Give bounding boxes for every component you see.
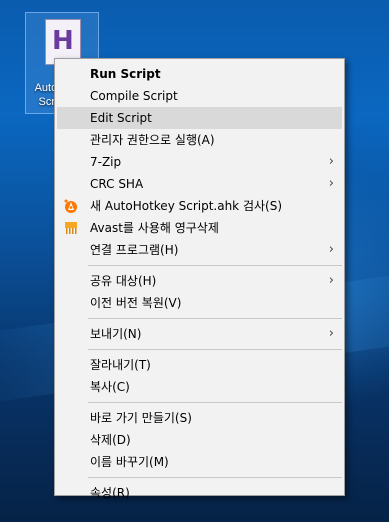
menu-item-label: CRC SHA bbox=[90, 177, 144, 191]
menu-item-label: 7-Zip bbox=[90, 155, 122, 169]
menu-item-label: 연결 프로그램(H) bbox=[90, 243, 179, 257]
menu-item-edit-script[interactable]: Edit Script bbox=[57, 107, 342, 129]
menu-item-avast-scan[interactable]: 새 AutoHotkey Script.ahk 검사(S) bbox=[57, 195, 342, 217]
menu-item-7zip[interactable]: 7-Zip › bbox=[57, 151, 342, 173]
menu-separator bbox=[88, 265, 342, 266]
menu-item-copy[interactable]: 복사(C) bbox=[57, 376, 342, 398]
menu-item-run-script[interactable]: Run Script bbox=[57, 63, 342, 85]
submenu-arrow-icon: › bbox=[328, 326, 334, 341]
submenu-arrow-icon: › bbox=[328, 273, 334, 288]
menu-item-label: 새 AutoHotkey Script.ahk 검사(S) bbox=[90, 199, 283, 213]
avast-icon bbox=[64, 199, 77, 213]
shredder-icon bbox=[65, 222, 77, 234]
menu-item-label: 잘라내기(T) bbox=[90, 358, 151, 372]
menu-item-label: Compile Script bbox=[90, 89, 178, 103]
menu-item-label: 관리자 권한으로 실행(A) bbox=[90, 133, 215, 147]
menu-separator bbox=[88, 477, 342, 478]
submenu-arrow-icon: › bbox=[328, 154, 334, 169]
menu-item-label: 삭제(D) bbox=[90, 433, 131, 447]
menu-item-label: 이름 바꾸기(M) bbox=[90, 455, 169, 469]
menu-separator bbox=[88, 402, 342, 403]
menu-item-label: Run Script bbox=[90, 67, 161, 81]
menu-item-share[interactable]: 공유 대상(H) › bbox=[57, 270, 342, 292]
menu-item-send-to[interactable]: 보내기(N) › bbox=[57, 323, 342, 345]
menu-item-avast-shredder[interactable]: Avast를 사용해 영구삭제 bbox=[57, 217, 342, 239]
menu-item-restore-versions[interactable]: 이전 버전 복원(V) bbox=[57, 292, 342, 314]
menu-item-label: 공유 대상(H) bbox=[90, 274, 157, 288]
menu-item-label: 복사(C) bbox=[90, 380, 130, 394]
menu-item-label: 바로 가기 만들기(S) bbox=[90, 411, 192, 425]
menu-item-cut[interactable]: 잘라내기(T) bbox=[57, 354, 342, 376]
menu-item-create-shortcut[interactable]: 바로 가기 만들기(S) bbox=[57, 407, 342, 429]
menu-item-label: 이전 버전 복원(V) bbox=[90, 296, 182, 310]
menu-item-rename[interactable]: 이름 바꾸기(M) bbox=[57, 451, 342, 473]
context-menu: Run Script Compile Script Edit Script 관리… bbox=[54, 58, 345, 500]
submenu-arrow-icon: › bbox=[328, 176, 334, 191]
menu-item-compile-script[interactable]: Compile Script bbox=[57, 85, 342, 107]
menu-item-label: 보내기(N) bbox=[90, 327, 142, 341]
ahk-letter: H bbox=[52, 26, 74, 56]
menu-item-label: Avast를 사용해 영구삭제 bbox=[90, 221, 219, 235]
menu-separator bbox=[88, 318, 342, 319]
menu-item-run-as-admin[interactable]: 관리자 권한으로 실행(A) bbox=[57, 129, 342, 151]
menu-item-label: Edit Script bbox=[90, 111, 152, 125]
menu-item-delete[interactable]: 삭제(D) bbox=[57, 429, 342, 451]
menu-item-open-with[interactable]: 연결 프로그램(H) › bbox=[57, 239, 342, 261]
menu-separator bbox=[88, 349, 342, 350]
menu-item-crc-sha[interactable]: CRC SHA › bbox=[57, 173, 342, 195]
menu-item-properties[interactable]: 속성(R) bbox=[57, 482, 342, 504]
submenu-arrow-icon: › bbox=[328, 242, 334, 257]
menu-item-label: 속성(R) bbox=[90, 486, 130, 500]
